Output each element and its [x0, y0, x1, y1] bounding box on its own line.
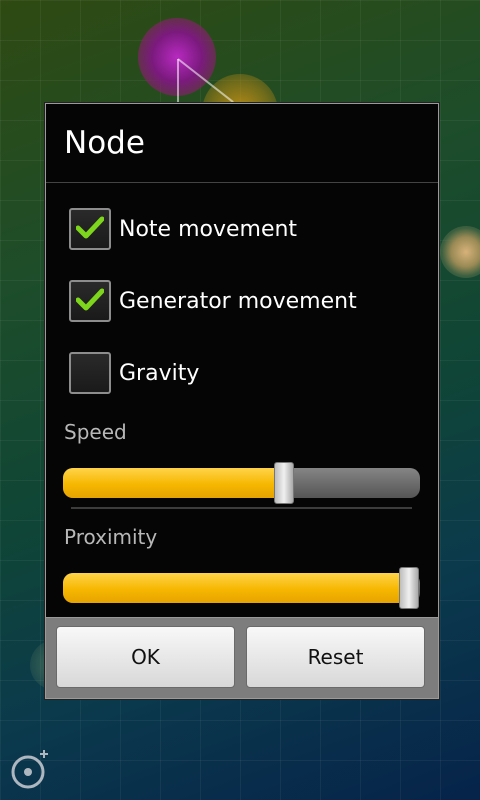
- dialog-header: Node: [46, 104, 438, 183]
- node-connection: [177, 59, 179, 105]
- checkbox-box[interactable]: [69, 208, 111, 250]
- ok-button[interactable]: OK: [56, 626, 235, 688]
- slider-thumb[interactable]: [399, 567, 420, 609]
- checkbox-label: Generator movement: [119, 288, 357, 314]
- checkbox-generator-movement[interactable]: Generator movement: [69, 278, 357, 324]
- checkbox-gravity[interactable]: Gravity: [69, 350, 199, 396]
- speed-label: Speed: [64, 420, 127, 444]
- checkbox-box[interactable]: [69, 280, 111, 322]
- add-node-icon[interactable]: [10, 746, 56, 792]
- slider-thumb[interactable]: [274, 462, 295, 504]
- checkbox-label: Gravity: [119, 360, 200, 386]
- speed-slider[interactable]: [63, 462, 420, 504]
- check-icon: [76, 288, 104, 311]
- checkbox-note-movement[interactable]: Note movement: [69, 206, 297, 252]
- dialog-title: Node: [64, 125, 145, 161]
- proximity-slider[interactable]: [63, 567, 420, 609]
- divider: [71, 507, 412, 509]
- dialog-button-bar: OK Reset: [46, 617, 438, 698]
- slider-fill: [63, 468, 285, 498]
- slider-fill: [63, 573, 410, 603]
- proximity-label: Proximity: [64, 525, 158, 549]
- reset-button[interactable]: Reset: [246, 626, 425, 688]
- checkbox-box[interactable]: [69, 352, 111, 394]
- node-settings-dialog: Node Note movement Generator movement Gr…: [45, 103, 439, 699]
- checkbox-label: Note movement: [119, 216, 298, 242]
- check-icon: [76, 216, 104, 239]
